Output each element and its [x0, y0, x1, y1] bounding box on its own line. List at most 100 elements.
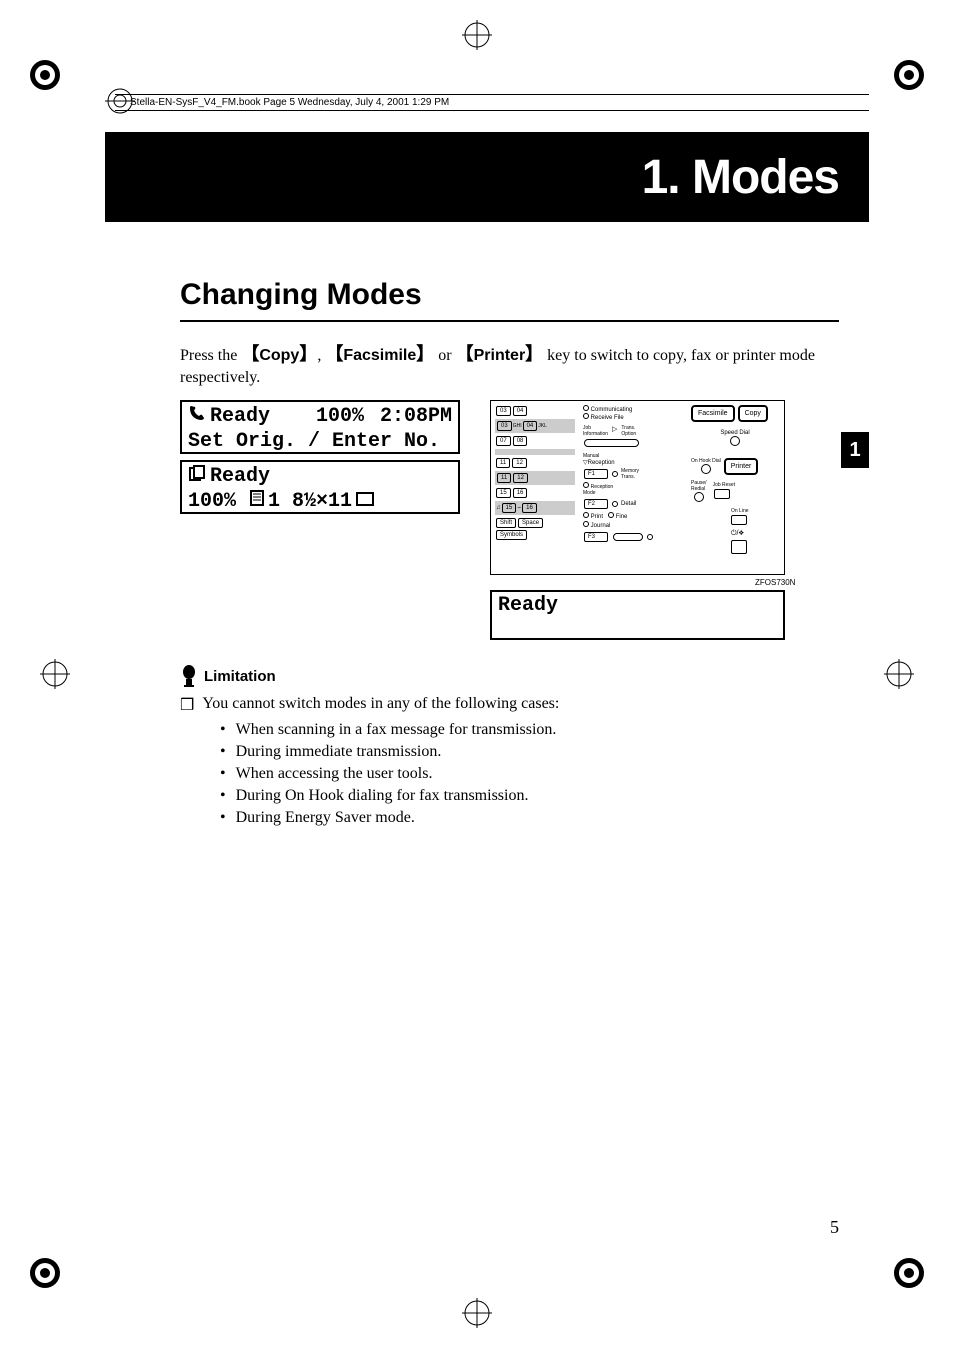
header-file-note: Stella-EN-SysF_V4_FM.book Page 5 Wednesd…: [130, 97, 449, 108]
shift-key: Shift: [496, 518, 516, 528]
journal-led: [583, 521, 589, 527]
limitation-label: Limitation: [204, 668, 276, 685]
job-reset-button: [714, 489, 730, 499]
bracket-close-icon: 】: [525, 344, 543, 364]
lcd-text: 2:08PM: [380, 405, 452, 429]
header-rule-top: [115, 94, 869, 95]
registration-mark-tr: [889, 55, 929, 95]
pause-redial-button: [694, 492, 704, 502]
symbols-key: Symbols: [496, 530, 527, 540]
quickdial-08: 08: [513, 436, 528, 446]
print-label: Print: [591, 514, 603, 520]
header-ring-icon: [105, 86, 135, 116]
limitation-icon: [180, 665, 198, 687]
bracket-open-icon: 【: [241, 344, 259, 364]
reception-mode-led: [583, 482, 589, 488]
list-item: When scanning in a fax message for trans…: [220, 721, 839, 739]
limitation-block: Limitation ❒ You cannot switch modes in …: [180, 665, 839, 831]
key-label-facsimile: Facsimile: [343, 347, 416, 364]
space-key: Space: [518, 518, 543, 528]
lcd-text: Ready: [210, 465, 270, 489]
intro-paragraph: Press the 【Copy】, 【Facsimile】 or 【Printe…: [180, 342, 839, 390]
detail-label: Detail: [621, 501, 636, 507]
lcd-text: Ready: [498, 594, 558, 617]
quickdial-07: 07: [496, 436, 511, 446]
control-panel-diagram: 0304 03GHI04JKL 0708 1112 1112 1516 ♫15⌣…: [490, 400, 785, 575]
power-button: [731, 540, 747, 554]
quickdial-03: 03: [496, 406, 511, 416]
online-button: [731, 515, 747, 525]
lcd-text: 100%: [316, 405, 364, 429]
checkbox-icon: ❒: [180, 695, 194, 715]
quickdial-12: 12: [512, 458, 527, 468]
f1-key: F1: [584, 469, 608, 479]
crop-mark-left: [40, 659, 70, 689]
quickdial-04: 04: [513, 406, 528, 416]
chapter-banner: 1. Modes: [105, 132, 869, 222]
copy-mode-button: Copy: [738, 405, 768, 422]
jkl-label: JKL: [538, 423, 547, 429]
lcd-text: 100%: [188, 490, 236, 514]
fine-label: Fine: [616, 514, 628, 520]
lcd-display-copy: Ready 100% 1 8½×11: [180, 460, 460, 514]
fine-led: [608, 512, 614, 518]
orientation-icon: [356, 490, 374, 514]
communicating-led: [583, 405, 589, 411]
power-icon: ⏻/❖: [731, 530, 779, 538]
lcd-display-printer: Ready: [490, 590, 785, 640]
registration-mark-bl: [25, 1253, 65, 1293]
key-label-copy: Copy: [259, 347, 299, 364]
chapter-side-tab: 1: [841, 432, 869, 468]
quickdial-r03: 03: [497, 421, 512, 431]
quickdial-r16: 16: [522, 503, 537, 513]
f3-led: [647, 534, 653, 540]
registration-mark-tl: [25, 55, 65, 95]
crop-mark-top: [462, 20, 492, 50]
memory-trans-label: Memory Trans.: [621, 468, 639, 480]
lcd-text: Set Orig. / Enter No.: [188, 430, 452, 454]
chapter-title: 1. Modes: [642, 150, 839, 205]
memory-trans-led: [612, 471, 618, 477]
lcd-text: Ready: [210, 405, 270, 429]
lcd-display-fax: Ready 100% 2:08PM Set Orig. / Enter No.: [180, 400, 460, 454]
bracket-close-icon: 】: [416, 344, 434, 364]
printer-mode-button: Printer: [724, 458, 759, 475]
registration-mark-br: [889, 1253, 929, 1293]
quickdial-16: 16: [513, 488, 528, 498]
pause-redial-label: Pause/ Redial: [691, 480, 707, 492]
receive-file-led: [583, 413, 589, 419]
bracket-open-icon: 【: [456, 344, 474, 364]
crop-mark-right: [884, 659, 914, 689]
ghi-label: GHI: [513, 423, 522, 429]
limitation-intro-text: You cannot switch modes in any of the fo…: [202, 695, 559, 715]
phone-icon: [188, 404, 206, 430]
para-text: Press the: [180, 347, 241, 364]
document-icon: [250, 490, 264, 514]
crop-mark-bottom: [462, 1298, 492, 1328]
bracket-close-icon: 】: [299, 344, 317, 364]
trans-option-label: Trans. Option: [621, 425, 636, 437]
print-led: [583, 512, 589, 518]
para-text: or: [434, 347, 455, 364]
job-reset-label: Job Reset: [713, 482, 736, 488]
header-rule-bottom: [115, 110, 869, 111]
limitation-list: When scanning in a fax message for trans…: [180, 721, 839, 827]
f2-key: F2: [584, 499, 608, 509]
key-label-printer: Printer: [474, 347, 526, 364]
list-item: During immediate transmission.: [220, 743, 839, 761]
list-item: During Energy Saver mode.: [220, 809, 839, 827]
onhook-button: [701, 464, 711, 474]
side-tab-number: 1: [849, 439, 860, 462]
f3-bar-button: [613, 533, 643, 541]
quickdial-r11: 11: [497, 473, 511, 483]
detail-led: [612, 501, 618, 507]
lcd-text: 8½×11: [292, 490, 352, 514]
job-info-label: Job Information: [583, 425, 608, 437]
journal-label: Journal: [591, 523, 611, 529]
list-item: When accessing the user tools.: [220, 765, 839, 783]
quickdial-11: 11: [496, 458, 510, 468]
list-item: During On Hook dialing for fax transmiss…: [220, 787, 839, 805]
lcd-text: 1: [268, 490, 280, 514]
quickdial-r04: 04: [523, 421, 538, 431]
f3-key: F3: [584, 532, 608, 542]
